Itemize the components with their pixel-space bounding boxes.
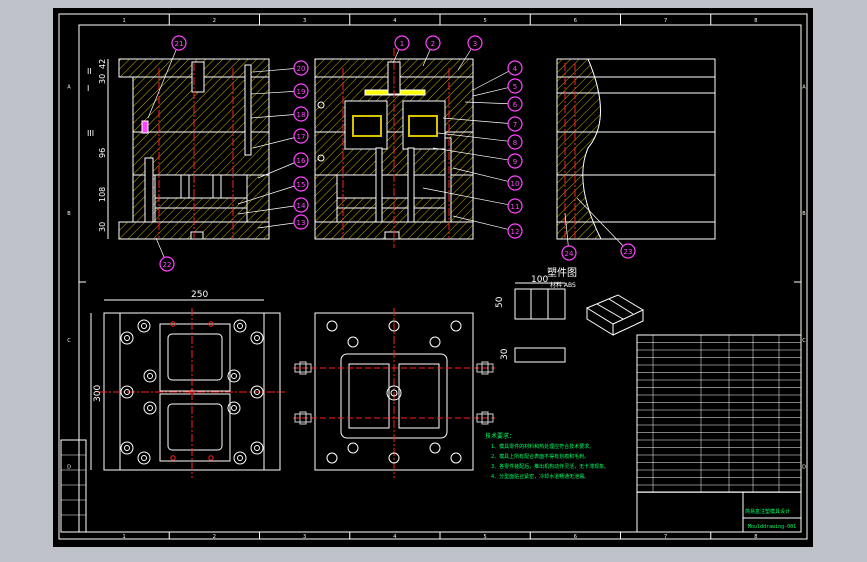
plan-view-moving-half <box>99 308 285 478</box>
side-view-right <box>556 58 716 240</box>
zone-number: 1 <box>123 534 126 540</box>
stack-dimension: 108 <box>98 187 107 202</box>
svg-text:2: 2 <box>431 40 435 48</box>
part-view-iso <box>585 294 645 336</box>
svg-text:8: 8 <box>513 139 517 147</box>
svg-text:20: 20 <box>297 65 306 73</box>
dim-plate-height: 300 <box>93 385 103 402</box>
zone-number: 6 <box>574 534 577 540</box>
zone-number: 3 <box>303 534 306 540</box>
note-line: 2、模具上所有配合表面不得有划痕和毛刺。 <box>491 453 589 460</box>
svg-text:3: 3 <box>473 40 477 48</box>
svg-text:7: 7 <box>513 121 517 129</box>
zone-number: 2 <box>213 18 216 24</box>
zone-letter: B <box>802 211 806 217</box>
zone-letter: B <box>67 211 71 217</box>
zone-letter: C <box>67 338 71 344</box>
part-balloon: 6 <box>464 96 523 112</box>
part-balloon: 22 <box>155 237 175 272</box>
svg-text:12: 12 <box>511 228 520 236</box>
svg-text:14: 14 <box>297 202 306 210</box>
stack-dimensions: 42309610830IIIIII <box>87 59 109 239</box>
section-view-left <box>118 58 270 240</box>
note-line: 4、分型面贴合紧密，冷却水道畅通无泄漏。 <box>491 473 589 480</box>
drawing-number: Moulddrawing-001 <box>748 524 796 530</box>
part-balloon: 5 <box>472 78 523 97</box>
zone-number: 1 <box>123 18 126 24</box>
svg-text:9: 9 <box>513 158 517 166</box>
dim-part-thickness: 30 <box>500 348 510 360</box>
drawing-title: 简易盒注塑模具设计 <box>745 508 790 515</box>
part-view-front <box>514 282 566 363</box>
svg-text:22: 22 <box>163 261 172 269</box>
note-line: 3、各零件装配后，推出机构动作灵活，无卡滞现象。 <box>491 463 609 470</box>
bill-of-materials <box>636 334 802 533</box>
svg-text:19: 19 <box>297 88 306 96</box>
zone-number: 7 <box>664 534 667 540</box>
section-mark: III <box>87 129 94 138</box>
zone-number: 5 <box>484 534 487 540</box>
section-mark: II <box>87 67 92 76</box>
part-view-subtitle: 材料 ABS <box>550 281 576 289</box>
zone-number: 2 <box>213 534 216 540</box>
zone-letter: D <box>802 465 806 471</box>
svg-text:23: 23 <box>624 248 633 256</box>
zone-letter: A <box>802 84 806 90</box>
svg-text:13: 13 <box>297 219 306 227</box>
notes-title: 技术要求： <box>485 432 515 440</box>
zone-number: 5 <box>484 18 487 24</box>
cad-drawing-sheet: 1122334455667788AABBCCDD 塑件图 材料 ABS 100 … <box>53 8 813 547</box>
svg-text:5: 5 <box>513 83 517 91</box>
left-stamp-table <box>60 439 87 533</box>
zone-number: 4 <box>393 534 396 540</box>
dim-plate-width: 250 <box>191 290 208 300</box>
svg-text:16: 16 <box>297 157 306 165</box>
svg-text:4: 4 <box>513 65 518 73</box>
stack-dimension: 42 <box>98 59 107 69</box>
zone-number: 8 <box>754 534 757 540</box>
svg-text:21: 21 <box>175 40 184 48</box>
svg-text:18: 18 <box>297 111 306 119</box>
zone-number: 4 <box>393 18 396 24</box>
dim-part-length: 100 <box>531 275 548 285</box>
stack-dimension: 30 <box>98 74 107 84</box>
zone-number: 7 <box>664 18 667 24</box>
mold-assembly-drawing: 1122334455667788A AB BC CD D 塑件图 材料 ABS … <box>58 13 808 540</box>
svg-text:24: 24 <box>565 250 574 258</box>
zone-letter: A <box>67 84 71 90</box>
zone-number: 8 <box>754 18 757 24</box>
section-mark: I <box>87 84 89 93</box>
stack-dimension: 96 <box>98 148 107 158</box>
zone-number: 3 <box>303 18 306 24</box>
svg-text:17: 17 <box>297 133 306 141</box>
svg-text:10: 10 <box>511 180 520 188</box>
dim-part-height: 50 <box>495 296 505 308</box>
section-view-center <box>314 48 474 248</box>
svg-text:15: 15 <box>297 181 306 189</box>
svg-text:1: 1 <box>400 40 404 48</box>
stack-dimension: 30 <box>98 222 107 232</box>
svg-text:6: 6 <box>513 101 518 109</box>
note-line: 1、模具零件的材料和热处理应符合技术要求。 <box>491 443 594 450</box>
part-view-title: 塑件图 <box>547 267 577 279</box>
zone-number: 6 <box>574 18 577 24</box>
zone-letter: C <box>802 338 806 344</box>
svg-text:11: 11 <box>511 203 520 211</box>
